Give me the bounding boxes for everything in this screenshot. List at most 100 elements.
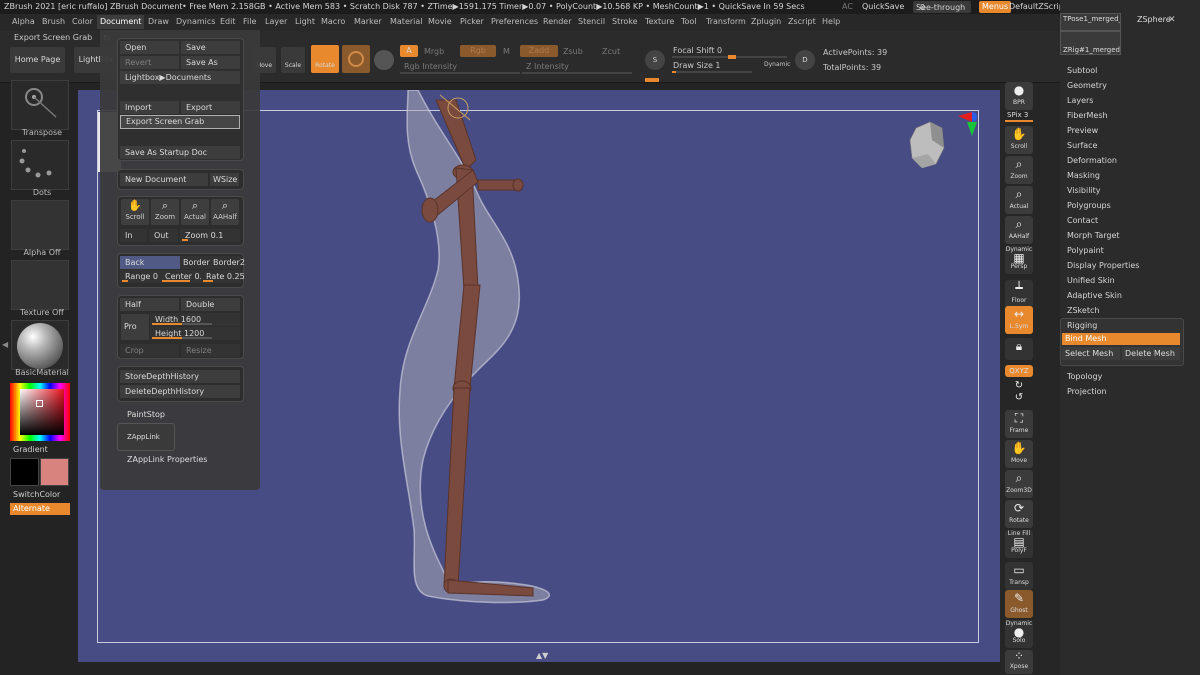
rgb-intensity-slider[interactable]: Rgb Intensity (404, 62, 457, 71)
polyframe-button[interactable]: Line Fill ▤ PolyF (1005, 530, 1033, 558)
menu-picker[interactable]: Picker (460, 17, 484, 26)
menu-texture[interactable]: Texture (645, 17, 674, 26)
display-properties-menu[interactable]: Display Properties (1067, 261, 1139, 270)
deformation-menu[interactable]: Deformation (1067, 156, 1117, 165)
pro-button[interactable]: Pro (121, 314, 149, 340)
menu-preferences[interactable]: Preferences (491, 17, 538, 26)
surface-menu[interactable]: Surface (1067, 141, 1097, 150)
delete-depth-history-button[interactable]: DeleteDepthHistory (120, 385, 240, 398)
menu-marker[interactable]: Marker (354, 17, 382, 26)
color-picker[interactable] (10, 383, 70, 441)
menu-render[interactable]: Render (543, 17, 571, 26)
menu-file[interactable]: File (243, 17, 256, 26)
unified-skin-menu[interactable]: Unified Skin (1067, 276, 1115, 285)
zsketch-menu[interactable]: ZSketch (1067, 306, 1099, 315)
menu-draw[interactable]: Draw (148, 17, 169, 26)
xyz-toggle[interactable]: QXYZ (1005, 365, 1033, 377)
menu-material[interactable]: Material (390, 17, 423, 26)
menu-zplugin[interactable]: Zplugin (751, 17, 781, 26)
move-view-button[interactable]: ✋ Move (1005, 440, 1033, 468)
home-page-button[interactable]: Home Page (10, 47, 65, 73)
fibermesh-menu[interactable]: FiberMesh (1067, 111, 1108, 120)
frame-button[interactable]: ⛶ Frame (1005, 410, 1033, 438)
transparency-button[interactable]: ▭ Transp (1005, 562, 1033, 590)
preview-menu[interactable]: Preview (1067, 126, 1098, 135)
double-button[interactable]: Double (181, 298, 240, 311)
bind-mesh-button[interactable]: Bind Mesh (1062, 333, 1180, 345)
visibility-menu[interactable]: Visibility (1067, 186, 1101, 195)
color-picker-field[interactable] (20, 389, 64, 435)
primary-color-swatch[interactable] (10, 458, 39, 486)
viewport-expand-icon[interactable]: ▲▼ (536, 651, 549, 660)
scroll-button[interactable]: ✋ Scroll (121, 199, 149, 225)
navigation-cube[interactable] (909, 112, 977, 169)
m-button[interactable]: M (503, 47, 510, 56)
a-button[interactable]: A (400, 45, 418, 57)
menu-brush[interactable]: Brush (42, 17, 65, 26)
bpr-button[interactable]: ● BPR (1005, 82, 1033, 110)
rotate-axis-icons[interactable]: ↻ ↺ (1005, 380, 1033, 406)
draw-size-track[interactable] (672, 71, 752, 73)
local-symmetry-button[interactable]: ↔ L.Sym (1005, 306, 1033, 334)
gradient-toggle[interactable]: Gradient (13, 445, 48, 454)
zapplink-button[interactable]: ZAppLink (117, 423, 175, 451)
menu-edit[interactable]: Edit (220, 17, 236, 26)
actual-button[interactable]: ⌕ Actual (181, 199, 209, 225)
resize-button[interactable]: Resize (181, 344, 240, 357)
menu-help[interactable]: Help (822, 17, 840, 26)
alternate-button[interactable]: Alternate (10, 503, 70, 515)
back-button[interactable]: Back (120, 256, 181, 269)
zcut-button[interactable]: Zcut (602, 47, 620, 56)
paint-stop-button[interactable]: PaintStop (127, 410, 165, 419)
default-zscript-button[interactable]: DefaultZScript (1009, 2, 1067, 11)
zoom-view-button[interactable]: ⌕ Zoom (1005, 156, 1033, 184)
height-slider[interactable]: Height 1200 (150, 327, 240, 340)
masking-menu[interactable]: Masking (1067, 171, 1100, 180)
perspective-button[interactable]: Dynamic ▦ Persp (1005, 246, 1033, 274)
wsize-button[interactable]: WSize (210, 173, 239, 186)
topology-menu[interactable]: Topology (1067, 372, 1102, 381)
rate-slider[interactable]: Rate 0.25 (201, 270, 245, 283)
adaptive-skin-menu[interactable]: Adaptive Skin (1067, 291, 1122, 300)
menu-macro[interactable]: Macro (321, 17, 345, 26)
revert-button[interactable]: Revert (120, 56, 179, 69)
zoom-button[interactable]: ⌕ Zoom (151, 199, 179, 225)
z-intensity-slider[interactable]: Z Intensity (526, 62, 569, 71)
z-intensity-track[interactable] (522, 72, 632, 74)
secondary-color-swatch[interactable] (40, 458, 69, 486)
border2-button[interactable]: Border2 (210, 256, 245, 269)
polypaint-menu[interactable]: Polypaint (1067, 246, 1104, 255)
save-button[interactable]: Save (181, 41, 240, 54)
rotate-button[interactable]: Rotate (311, 45, 339, 73)
menus-button[interactable]: Menus (979, 1, 1012, 13)
scroll-view-button[interactable]: ✋ Scroll (1005, 126, 1033, 154)
rigging-menu[interactable]: Rigging (1067, 321, 1097, 330)
export-screen-grab-button[interactable]: Export Screen Grab (120, 115, 240, 129)
zoom-slider[interactable]: Zoom 0.1 (180, 229, 240, 242)
subtool-menu[interactable]: Subtool (1067, 66, 1097, 75)
xpose-button[interactable]: ⁘ Xpose (1005, 650, 1033, 674)
actual-view-button[interactable]: ⌕ Actual (1005, 186, 1033, 214)
width-slider[interactable]: Width 1600 (150, 313, 240, 326)
sphere-brush-icon[interactable] (342, 45, 370, 73)
menu-tool[interactable]: Tool (681, 17, 697, 26)
tool-thumb-zrig[interactable]: ZRig#1_merged_ (1060, 31, 1121, 55)
crop-button[interactable]: Crop (120, 344, 179, 357)
aahalf-button[interactable]: ⌕ AAHalf (211, 199, 239, 225)
menu-transform[interactable]: Transform (706, 17, 746, 26)
projection-menu[interactable]: Projection (1067, 387, 1107, 396)
see-through-slider[interactable]: See-through 0 (913, 1, 971, 13)
open-button[interactable]: Open (120, 41, 179, 54)
layers-menu[interactable]: Layers (1067, 96, 1093, 105)
half-button[interactable]: Half (120, 298, 179, 311)
rgb-intensity-track[interactable] (400, 72, 520, 74)
menu-light[interactable]: Light (295, 17, 315, 26)
transpose-brush[interactable] (11, 80, 69, 130)
ghost-button[interactable]: ✎ Ghost (1005, 590, 1033, 618)
spix-slider[interactable]: SPix 3 (1007, 111, 1028, 119)
solo-button[interactable]: Dynamic ● Solo (1005, 620, 1033, 648)
dynamic-toggle[interactable]: Dynamic (764, 61, 790, 68)
menu-alpha[interactable]: Alpha (12, 17, 35, 26)
quicksave-button[interactable]: QuickSave (862, 2, 904, 11)
floor-button[interactable]: ┷ Floor (1005, 280, 1033, 308)
